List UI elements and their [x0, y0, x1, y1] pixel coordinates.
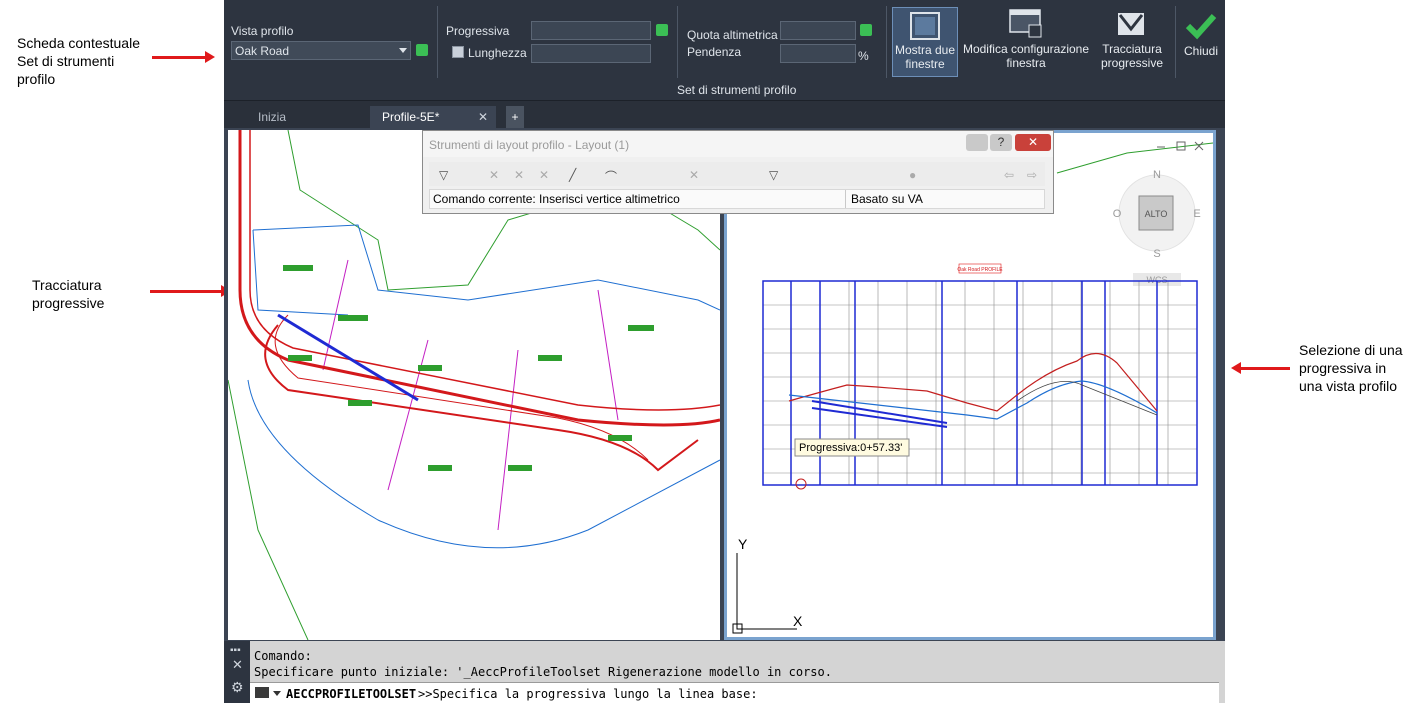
viewport-config-icon [1009, 9, 1042, 38]
two-viewports-icon [910, 12, 940, 40]
lunghezza-field[interactable] [531, 44, 651, 63]
checkmark-icon [1185, 13, 1217, 40]
close-icon[interactable]: ✕ [232, 657, 243, 673]
callout-selection: Selezione di una progressiva in una vist… [1299, 342, 1403, 394]
pendenza-field[interactable] [780, 44, 856, 63]
tool-icon[interactable]: ✕ [539, 168, 549, 182]
viewcube-face-label: ALTO [1145, 209, 1168, 219]
tool-icon[interactable]: ⇨ [1027, 168, 1037, 182]
pick-view-icon[interactable] [416, 44, 428, 56]
callout-contextual-tab: Scheda contestuale Set di strumenti prof… [17, 35, 140, 87]
station-tooltip-text: Progressiva:0+57.33' [799, 442, 902, 454]
tool-icon[interactable]: ✕ [514, 168, 524, 182]
separator [437, 6, 438, 78]
chiudi-button[interactable]: Chiudi [1179, 7, 1223, 77]
chiudi-button-label: Chiudi [1183, 44, 1219, 58]
tab-profile[interactable]: Profile-5E* ✕ [370, 106, 496, 128]
modifica-configurazione-button[interactable]: Modifica configurazione finestra [960, 7, 1092, 77]
lunghezza-label: Lunghezza [468, 46, 527, 60]
tool-icon[interactable]: ⌒ [605, 168, 617, 185]
dialog-titlebar[interactable]: Strumenti di layout profilo - Layout (1)… [423, 131, 1053, 157]
tracciatura-button-label: Tracciatura progressive [1100, 42, 1164, 70]
vista-profilo-label: Vista profilo [231, 24, 294, 38]
callout-arrow-stations [150, 285, 231, 297]
pendenza-label: Pendenza [687, 45, 742, 59]
document-tabs: Inizia Profile-5E* ✕ + [224, 101, 1225, 128]
pick-station-icon[interactable] [656, 24, 668, 36]
ucs-y-label: Y [738, 536, 748, 552]
command-prompt-icon[interactable] [255, 687, 269, 698]
compass-n: N [1153, 169, 1161, 181]
tool-icon[interactable]: ● [909, 168, 916, 182]
ucs-x-label: X [793, 613, 803, 629]
vista-profilo-dropdown[interactable]: Oak Road [231, 41, 411, 60]
tool-icon[interactable]: ╱ [569, 168, 576, 182]
separator [677, 6, 678, 78]
progressiva-field[interactable] [531, 21, 651, 40]
dialog-title: Strumenti di layout profilo - Layout (1) [429, 138, 630, 152]
lunghezza-checkbox[interactable] [452, 46, 464, 58]
based-on-text: Basato su VA [851, 192, 923, 206]
close-tab-icon[interactable]: ✕ [478, 106, 488, 128]
quota-label: Quota altimetrica [687, 28, 778, 42]
callout-arrow-contextual [152, 51, 215, 63]
tab-inizia[interactable]: Inizia [258, 106, 338, 128]
compass-e: E [1193, 208, 1200, 220]
panel-title: Set di strumenti profilo [677, 83, 797, 97]
dialog-status-row: Comando corrente: Inserisci vertice alti… [429, 189, 1045, 209]
modifica-button-label: Modifica configurazione finestra [962, 42, 1090, 70]
command-name: AECCPROFILETOOLSET [286, 687, 417, 701]
current-command-text: Comando corrente: Inserisci vertice alti… [433, 192, 680, 206]
tool-icon[interactable]: ▽ [769, 168, 778, 182]
mostra-button-label: Mostra due finestre [894, 43, 956, 71]
new-tab-button[interactable]: + [506, 106, 524, 128]
command-history-line: Comando: [254, 649, 312, 663]
grip-icon[interactable]: ▪▪▪ [230, 645, 241, 656]
percent-label: % [858, 49, 869, 63]
command-prompt-text: >>Specifica la progressiva lungo la line… [418, 687, 758, 701]
separator [886, 6, 887, 78]
tool-icon[interactable]: ✕ [489, 168, 499, 182]
compass-o: O [1113, 208, 1122, 220]
pick-elevation-icon[interactable] [860, 24, 872, 36]
command-line[interactable]: ▪▪▪ ✕ ⚙ Comando: Specificare punto inizi… [224, 641, 1225, 704]
command-history-line: Specificare punto iniziale: '_AeccProfil… [254, 665, 832, 679]
tracciatura-progressive-button[interactable]: Tracciatura progressive [1094, 7, 1170, 77]
quota-field[interactable] [780, 21, 856, 40]
civil3d-window: Vista profilo Oak Road Progressiva Lungh… [224, 0, 1225, 704]
tool-icon[interactable]: ⇦ [1004, 168, 1014, 182]
compass-s: S [1153, 248, 1160, 260]
dialog-tool-row: ▽ ✕ ✕ ✕ ╱ ⌒ ✕ ▽ ● ⇦ ⇨ [429, 162, 1045, 186]
profile-title: Oak Road PROFILE [957, 267, 1003, 273]
tab-profile-label: Profile-5E* [382, 110, 440, 124]
chevron-down-icon[interactable] [273, 691, 281, 696]
station-tracking-icon [1118, 13, 1144, 35]
callout-arrow-selection [1231, 362, 1290, 374]
profile-layout-tools-dialog[interactable]: Strumenti di layout profilo - Layout (1)… [422, 130, 1054, 214]
command-sidebar: ▪▪▪ ✕ ⚙ [224, 641, 250, 703]
mostra-due-finestre-button[interactable]: Mostra due finestre [892, 7, 958, 77]
separator [1175, 6, 1176, 78]
progressiva-label: Progressiva [446, 24, 510, 38]
chevron-down-icon [399, 48, 407, 53]
vista-profilo-value: Oak Road [235, 44, 290, 58]
settings-icon[interactable] [966, 134, 988, 151]
ribbon-panel: Vista profilo Oak Road Progressiva Lungh… [224, 0, 1225, 101]
viewcube[interactable]: ALTO N S E O [1113, 169, 1201, 260]
tool-icon[interactable]: ✕ [689, 168, 699, 182]
tool-icon[interactable]: ▽ [439, 168, 448, 182]
command-input[interactable]: AECCPROFILETOOLSET >>Specifica la progre… [250, 682, 1219, 704]
wrench-icon[interactable]: ⚙ [231, 679, 244, 696]
help-icon[interactable]: ? [990, 134, 1012, 151]
callout-stations: Tracciatura progressive [32, 277, 105, 311]
close-icon[interactable]: ✕ [1015, 134, 1051, 151]
